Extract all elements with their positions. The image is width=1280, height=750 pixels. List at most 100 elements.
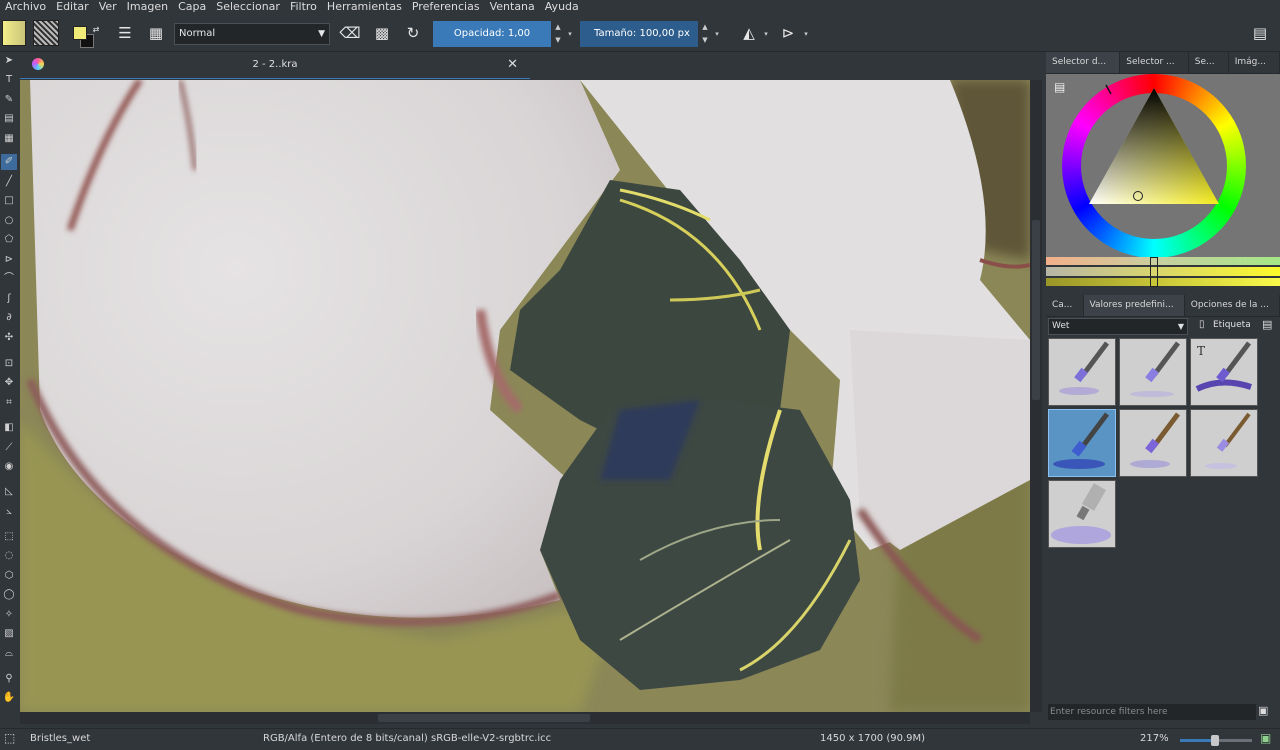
polygon-tool-icon[interactable]: ⬠ [1, 232, 17, 248]
preset-group-select[interactable]: Wet ▼ [1048, 318, 1188, 335]
move-tool-icon[interactable]: ✥ [1, 375, 17, 391]
reload-preset-icon[interactable]: ↻ [402, 22, 424, 44]
bezier-select-tool-icon[interactable]: ⌓ [1, 646, 17, 662]
vertical-scroll-thumb[interactable] [1032, 220, 1040, 400]
blend-mode-select[interactable]: Normal ▼ [174, 23, 330, 45]
preset-view-icon[interactable]: ▤ [1262, 318, 1272, 331]
tab-layers[interactable]: Ca... [1046, 295, 1084, 316]
zoom-slider[interactable] [1180, 735, 1252, 746]
color-wheel[interactable] [1046, 74, 1280, 260]
tab-tool-options[interactable]: Opciones de la ... [1185, 295, 1280, 316]
text-tool-icon[interactable]: T [1, 72, 17, 88]
save-filter-icon[interactable]: ▣ [1258, 704, 1268, 717]
menu-capa[interactable]: Capa [173, 0, 211, 14]
freehand-path-tool-icon[interactable]: ʃ [1, 291, 17, 307]
measure-tool-icon[interactable]: ⦣ [1, 504, 17, 520]
magic-wand-tool-icon[interactable]: ✧ [1, 607, 17, 623]
dynamic-brush-tool-icon[interactable]: ∂ [1, 310, 17, 326]
preset-wet-selected[interactable] [1048, 409, 1116, 477]
color-sliders[interactable] [1046, 257, 1280, 287]
brush-presets-icon[interactable]: ▦ [145, 22, 167, 44]
gradient-swatch[interactable] [2, 20, 26, 46]
size-stepper[interactable]: ▲ ▼ [700, 21, 710, 47]
pan-tool-icon[interactable]: ✋ [1, 690, 17, 706]
preset-wet-6[interactable] [1190, 409, 1258, 477]
menu-ventana[interactable]: Ventana [485, 0, 540, 14]
preset-wet-1[interactable] [1048, 338, 1116, 406]
calligraphy-tool-icon[interactable]: ▤ [1, 111, 17, 127]
edit-shapes-tool-icon[interactable]: ✎ [1, 92, 17, 108]
opacity-stepper[interactable]: ▲ ▼ [553, 21, 563, 47]
pattern-swatch[interactable] [33, 20, 59, 46]
value-bar[interactable] [1046, 278, 1280, 286]
mirror-vertical-icon[interactable]: ⊳ [777, 22, 799, 44]
alpha-lock-icon[interactable]: ▩ [371, 22, 393, 44]
opacity-slider[interactable]: Opacidad: 1,00 [433, 21, 551, 47]
ellipse-tool-icon[interactable]: ○ [1, 213, 17, 229]
preset-wet-2[interactable] [1119, 338, 1187, 406]
assistant-tool-icon[interactable]: ◺ [1, 484, 17, 500]
zoom-slider-handle[interactable] [1211, 735, 1219, 746]
menu-ayuda[interactable]: Ayuda [540, 0, 584, 14]
gradient-tool-icon[interactable]: ◧ [1, 420, 17, 436]
canvas[interactable] [20, 80, 1030, 712]
mirror-h-menu-icon[interactable]: ▾ [761, 21, 771, 47]
tab-color-selector-2[interactable]: Selector ... [1120, 52, 1189, 73]
gradient-edit-tool-icon[interactable]: ▦ [1, 131, 17, 147]
size-slider[interactable]: Tamaño: 100,00 px [580, 21, 698, 47]
select-shapes-tool-icon[interactable]: ➤ [1, 53, 17, 69]
crop-tool-icon[interactable]: ⌗ [1, 395, 17, 411]
horizontal-scrollbar[interactable] [20, 712, 1030, 724]
ellipse-select-tool-icon[interactable]: ◌ [1, 548, 17, 564]
polyline-tool-icon[interactable]: ⊳ [1, 252, 17, 268]
selection-mode-icon[interactable]: ⬚ [4, 731, 15, 745]
close-icon[interactable]: ✕ [507, 57, 518, 72]
hue-bar[interactable] [1046, 257, 1280, 265]
opacity-menu-arrow-icon[interactable]: ▾ [565, 21, 575, 47]
resource-filter-input[interactable]: Enter resource filters here [1048, 704, 1256, 720]
menu-filtro[interactable]: Filtro [285, 0, 322, 14]
canvas-rotate-icon[interactable]: ▣ [1260, 731, 1271, 745]
transform-tool-icon[interactable]: ⊡ [1, 356, 17, 372]
bezier-tool-icon[interactable]: ⌒ [1, 271, 17, 287]
tab-se[interactable]: Se... [1189, 52, 1229, 73]
rectangle-tool-icon[interactable]: □ [1, 193, 17, 209]
menu-preferencias[interactable]: Preferencias [407, 0, 485, 14]
similar-select-tool-icon[interactable]: ▨ [1, 626, 17, 642]
zoom-tool-icon[interactable]: ⚲ [1, 671, 17, 687]
vertical-scrollbar[interactable] [1030, 80, 1042, 712]
mirror-horizontal-icon[interactable]: ◭ [738, 22, 760, 44]
menu-ver[interactable]: Ver [94, 0, 122, 14]
canvas-only-icon[interactable]: ▤ [1249, 22, 1271, 44]
menu-herramientas[interactable]: Herramientas [322, 0, 407, 14]
preset-wet-5[interactable] [1119, 409, 1187, 477]
line-tool-icon[interactable]: ╱ [1, 174, 17, 190]
preset-wet-7[interactable] [1048, 480, 1116, 548]
tab-color-selector[interactable]: Selector d... [1046, 52, 1121, 73]
menu-archivo[interactable]: Archivo [0, 0, 51, 14]
menu-editar[interactable]: Editar [51, 0, 94, 14]
document-tab[interactable]: 2 - 2..kra ✕ [20, 52, 530, 79]
color-selector[interactable]: ▤ [1046, 74, 1280, 260]
mirror-v-menu-icon[interactable]: ▾ [801, 21, 811, 47]
fill-tool-icon[interactable]: ◉ [1, 459, 17, 475]
saturation-bar[interactable] [1046, 267, 1280, 276]
eraser-icon[interactable]: ⌫ [339, 22, 361, 44]
swap-colors-icon[interactable]: ⇄ [85, 18, 107, 40]
freehand-brush-tool-icon[interactable]: ✐ [1, 154, 17, 170]
slider-handle[interactable] [1150, 257, 1158, 287]
multibrush-tool-icon[interactable]: ✣ [1, 330, 17, 346]
tag-icon[interactable]: ▯ [1199, 319, 1205, 330]
brush-editor-icon[interactable]: ☰ [114, 22, 136, 44]
size-menu-arrow-icon[interactable]: ▾ [712, 21, 722, 47]
polygon-select-tool-icon[interactable]: ⬡ [1, 568, 17, 584]
preset-wet-3[interactable]: T [1190, 338, 1258, 406]
menu-imagen[interactable]: Imagen [122, 0, 173, 14]
freehand-select-tool-icon[interactable]: ◯ [1, 587, 17, 603]
tab-images[interactable]: Imág... [1229, 52, 1280, 73]
tab-brush-presets[interactable]: Valores predefini... [1083, 295, 1185, 316]
tag-label[interactable]: Etiqueta [1213, 320, 1251, 330]
menu-seleccionar[interactable]: Seleccionar [211, 0, 285, 14]
horizontal-scroll-thumb[interactable] [378, 714, 590, 722]
rect-select-tool-icon[interactable]: ⬚ [1, 529, 17, 545]
